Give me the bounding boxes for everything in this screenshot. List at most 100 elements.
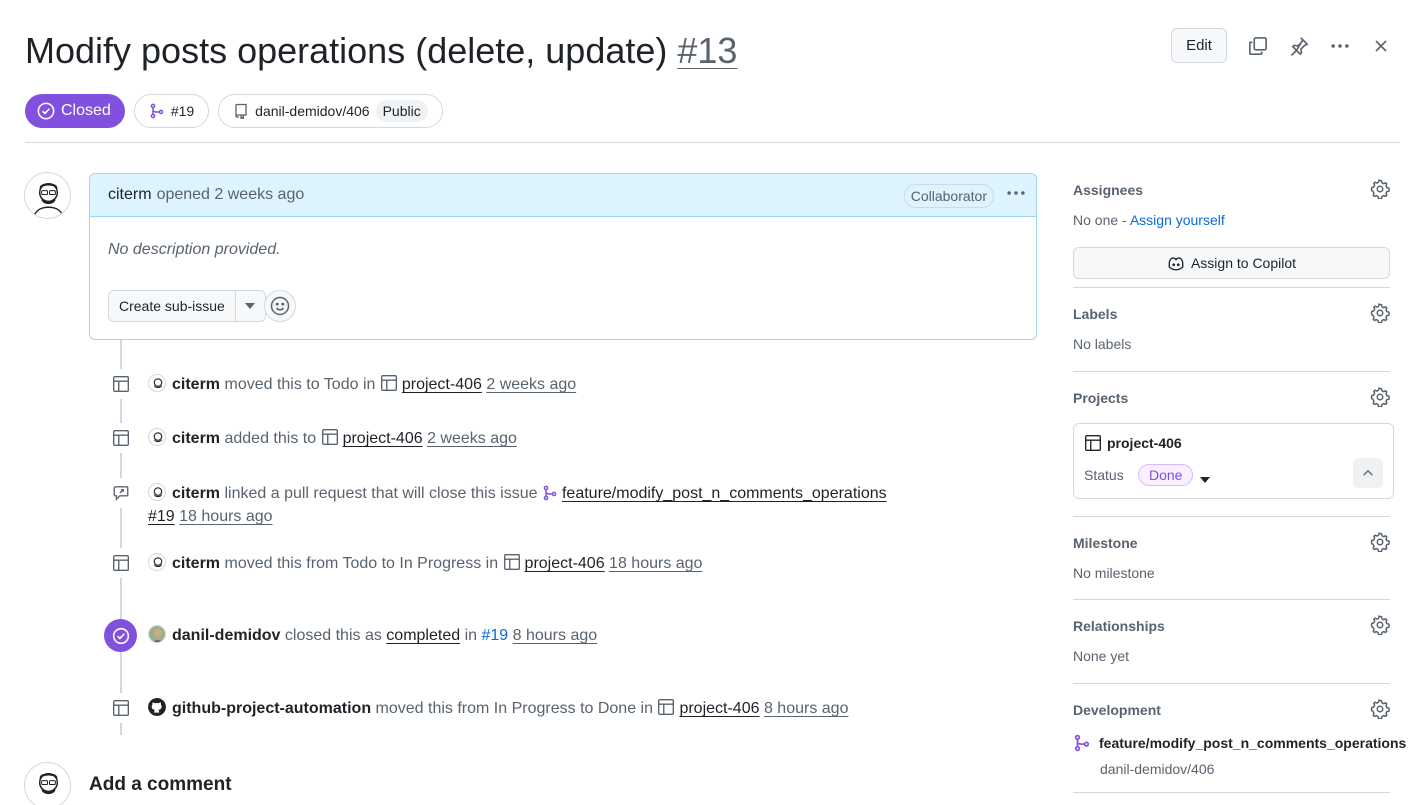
timeline-event: github-project-automation moved this fro… <box>148 697 848 723</box>
sidebar-divider <box>1073 371 1390 372</box>
status-done-badge[interactable]: Done <box>1138 464 1194 486</box>
event-text: added this to <box>224 430 317 447</box>
project-table-icon <box>380 374 398 399</box>
project-name[interactable]: project-406 <box>1084 434 1182 452</box>
issue-comment: citerm opened 2 weeks ago Collaborator N… <box>89 173 1037 340</box>
chevron-down-icon[interactable] <box>1200 470 1210 486</box>
copy-icon[interactable] <box>1242 28 1274 63</box>
assignees-section: Assignees No one - Assign yourself <box>1073 179 1390 228</box>
project-link[interactable]: project-406 <box>679 700 759 717</box>
gear-icon[interactable] <box>1370 179 1390 202</box>
project-table-icon <box>657 698 675 723</box>
event-time[interactable]: 18 hours ago <box>179 508 272 525</box>
table-icon <box>106 423 136 453</box>
repo-name: danil-demidov/406 <box>255 103 370 119</box>
branch-icon <box>150 103 164 119</box>
projects-title: Projects <box>1073 390 1129 406</box>
issue-title: Modify posts operations (delete, update)… <box>25 30 737 72</box>
chevron-up-icon[interactable] <box>1353 458 1383 488</box>
relationships-section: Relationships None yet <box>1073 615 1390 664</box>
add-reaction-icon[interactable] <box>264 290 296 322</box>
cross-reference-icon <box>106 478 136 508</box>
assign-yourself-link[interactable]: Assign yourself <box>1130 212 1225 228</box>
sidebar-divider <box>1073 287 1390 288</box>
timeline-event: citerm added this to project-406 2 weeks… <box>148 427 517 453</box>
table-icon <box>1085 435 1101 451</box>
assign-copilot-button[interactable]: Assign to Copilot <box>1073 247 1390 279</box>
sidebar-divider <box>1073 599 1390 600</box>
project-link[interactable]: project-406 <box>525 555 605 572</box>
event-time[interactable]: 8 hours ago <box>764 700 849 717</box>
gear-icon[interactable] <box>1370 303 1390 326</box>
event-text: closed this as <box>284 627 382 644</box>
gear-icon[interactable] <box>1370 387 1390 410</box>
event-user[interactable]: citerm <box>172 430 220 447</box>
edit-button[interactable]: Edit <box>1171 28 1227 63</box>
closed-check-icon <box>104 619 137 652</box>
gear-icon[interactable] <box>1370 699 1390 722</box>
gear-icon[interactable] <box>1370 532 1390 555</box>
relationships-value: None yet <box>1073 648 1130 664</box>
development-section: Development <box>1073 699 1390 720</box>
table-icon <box>106 693 136 723</box>
chevron-down-icon[interactable] <box>236 291 265 321</box>
labels-title: Labels <box>1073 306 1118 322</box>
labels-section: Labels No labels <box>1073 303 1390 352</box>
project-link[interactable]: project-406 <box>402 376 482 393</box>
create-sub-issue-label[interactable]: Create sub-issue <box>109 291 236 321</box>
user-avatar[interactable] <box>148 428 166 446</box>
user-avatar[interactable] <box>148 625 166 643</box>
comment-action: opened 2 weeks ago <box>156 186 305 203</box>
repo-icon <box>235 103 247 119</box>
event-user[interactable]: github-project-automation <box>172 700 371 717</box>
linked-pr-pill[interactable]: #19 <box>133 94 210 128</box>
event-user[interactable]: citerm <box>172 555 220 572</box>
pull-request-link[interactable]: feature/modify_post_n_comments_operation… <box>562 485 887 502</box>
event-user[interactable]: citerm <box>172 376 220 393</box>
user-avatar[interactable] <box>148 374 166 392</box>
user-avatar[interactable] <box>148 553 166 571</box>
timeline-event: citerm moved this from Todo to In Progre… <box>148 552 702 578</box>
table-icon <box>106 548 136 578</box>
development-branch-link[interactable]: feature/modify_post_n_comments_operation… <box>1073 734 1406 752</box>
event-time[interactable]: 18 hours ago <box>609 555 702 572</box>
copilot-icon <box>1168 257 1184 271</box>
project-table-icon <box>503 553 521 578</box>
github-icon[interactable] <box>148 698 166 716</box>
sidebar-divider <box>1073 792 1390 793</box>
pin-icon[interactable] <box>1283 28 1315 63</box>
close-icon[interactable] <box>1365 28 1397 63</box>
event-time[interactable]: 2 weeks ago <box>427 430 517 447</box>
milestone-value: No milestone <box>1073 565 1155 581</box>
linked-pr-number: #19 <box>170 103 195 119</box>
sidebar-divider <box>1073 683 1390 684</box>
projects-section: Projects <box>1073 387 1390 408</box>
close-reason-link[interactable]: completed <box>386 627 460 644</box>
pull-request-number[interactable]: #19 <box>148 508 175 525</box>
pull-request-number[interactable]: #19 <box>481 627 508 644</box>
current-user-avatar <box>24 762 71 805</box>
create-sub-issue-button[interactable]: Create sub-issue <box>108 290 266 322</box>
event-user[interactable]: citerm <box>172 485 220 502</box>
comment-header: citerm opened 2 weeks ago Collaborator <box>90 174 1036 217</box>
issue-number-link[interactable]: #13 <box>677 30 737 71</box>
assign-copilot-label: Assign to Copilot <box>1190 255 1297 271</box>
event-user[interactable]: danil-demidov <box>172 627 280 644</box>
comment-more-icon[interactable] <box>1006 183 1026 208</box>
event-time[interactable]: 8 hours ago <box>513 627 598 644</box>
labels-value: No labels <box>1073 336 1132 352</box>
gear-icon[interactable] <box>1370 615 1390 638</box>
comment-body: No description provided. <box>108 241 281 258</box>
event-time[interactable]: 2 weeks ago <box>486 376 576 393</box>
repo-pill[interactable]: danil-demidov/406 Public <box>218 94 443 128</box>
more-options-icon[interactable] <box>1324 28 1356 63</box>
assignees-title: Assignees <box>1073 182 1144 198</box>
author-avatar[interactable] <box>24 172 71 219</box>
development-title: Development <box>1073 702 1161 718</box>
comment-author[interactable]: citerm <box>108 186 152 204</box>
project-name-label: project-406 <box>1107 435 1182 451</box>
event-text-in: in <box>464 627 478 644</box>
user-avatar[interactable] <box>148 483 166 501</box>
project-link[interactable]: project-406 <box>343 430 423 447</box>
sidebar-divider <box>1073 516 1390 517</box>
